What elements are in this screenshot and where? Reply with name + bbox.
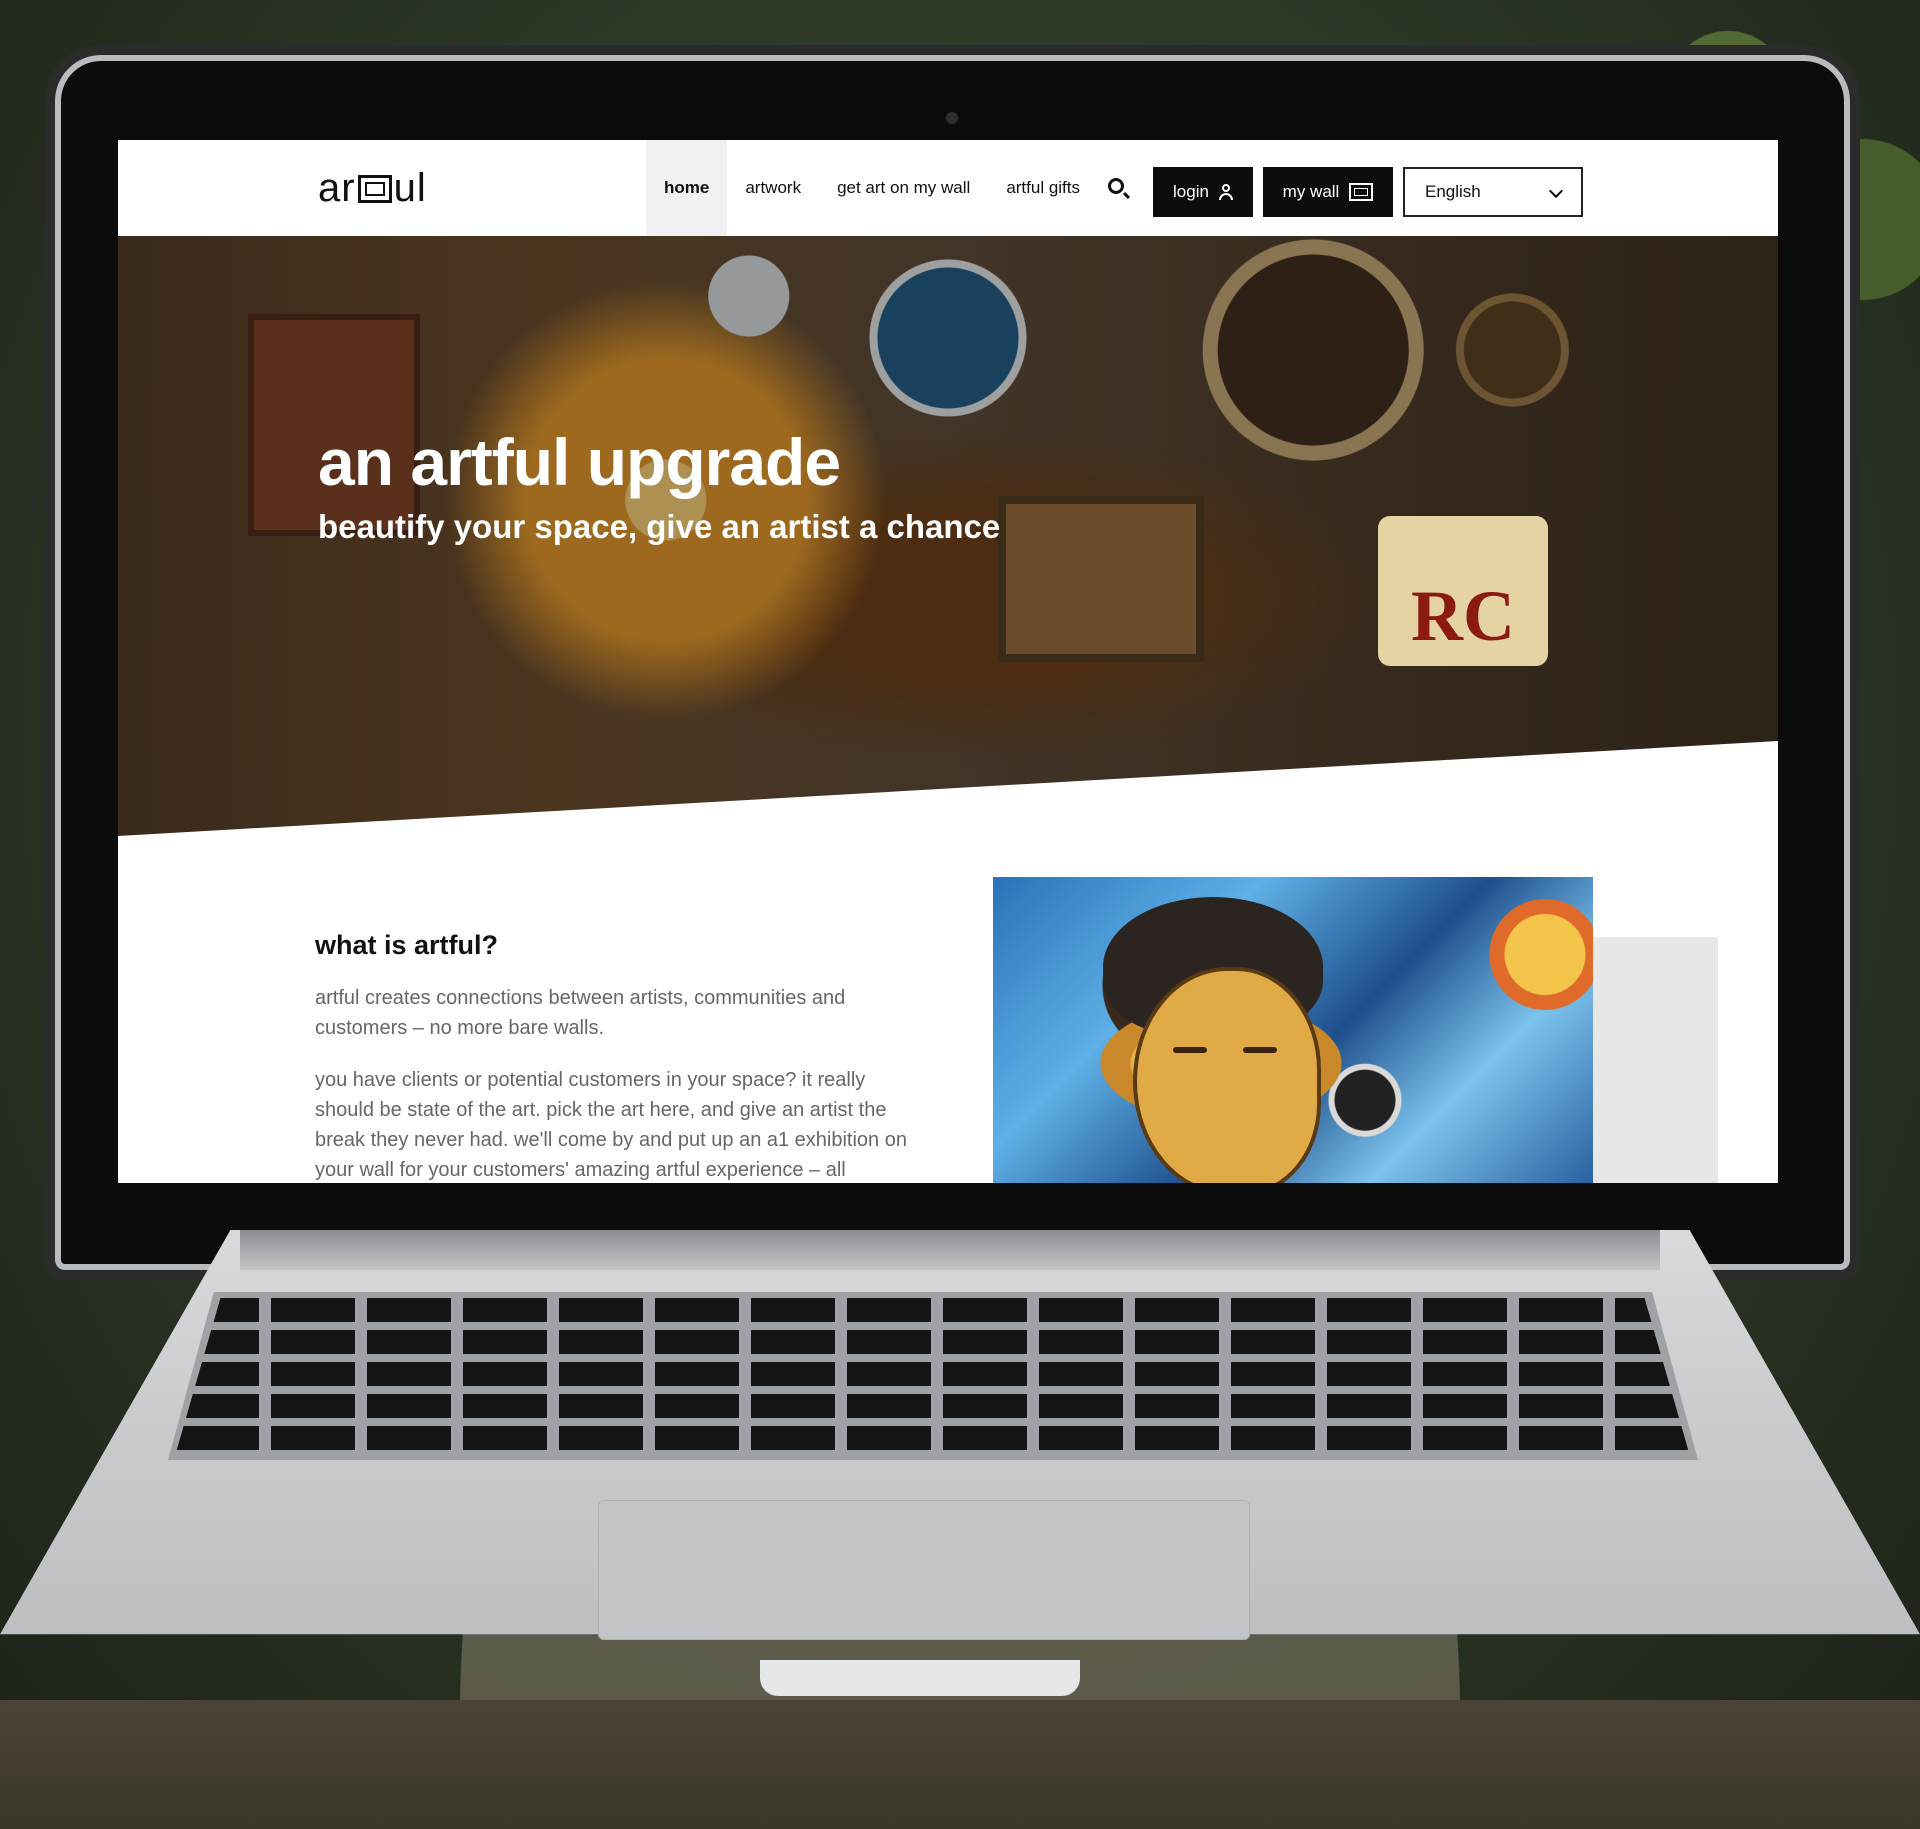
chevron-down-icon — [1548, 183, 1564, 199]
login-button[interactable]: login — [1153, 167, 1253, 217]
keyboard-keys — [175, 1298, 1690, 1456]
webcam — [946, 112, 958, 124]
language-value: English — [1425, 182, 1481, 201]
trackpad — [598, 1500, 1250, 1640]
hero-subtitle: beautify your space, give an artist a ch… — [318, 508, 1001, 545]
about-body: you have clients or potential customers … — [315, 1069, 907, 1181]
my-wall-label: my wall — [1282, 182, 1340, 201]
hero-frame — [998, 496, 1204, 662]
site-logo[interactable]: ar ul — [318, 166, 427, 211]
login-label: login — [1173, 182, 1209, 201]
laptop-hinge — [240, 1230, 1660, 1270]
language-select[interactable]: English — [1403, 167, 1583, 217]
nav-item-artwork[interactable]: artwork — [727, 140, 819, 236]
hero-banner: RC an artful upgrade beautify your space… — [118, 236, 1778, 836]
mural-image — [993, 877, 1593, 1183]
user-icon — [1218, 184, 1233, 200]
frame-icon — [1349, 183, 1374, 201]
about-intro: artful creates connections between artis… — [315, 987, 846, 1039]
nav-item-artful-gifts[interactable]: artful gifts — [988, 140, 1098, 236]
mural-eye-right — [1243, 1047, 1277, 1053]
search-icon[interactable] — [1108, 178, 1124, 194]
laptop-notch — [760, 1660, 1080, 1696]
my-wall-button[interactable]: my wall — [1263, 167, 1393, 217]
nav-item-home[interactable]: home — [646, 140, 728, 236]
mural-eye-left — [1173, 1047, 1207, 1053]
hero-sign: RC — [1378, 516, 1548, 666]
logo-frame-icon — [357, 175, 392, 203]
hero-title: an artful upgrade — [318, 425, 841, 499]
about-heading: what is artful? — [315, 930, 499, 960]
nav-item-get-art-on-my-wall[interactable]: get art on my wall — [819, 140, 988, 236]
laptop-screen: ar ul home artwork get art on my wall art… — [118, 140, 1778, 1183]
main-nav: home artwork get art on my wall artful g… — [646, 140, 1098, 236]
mural-face — [1133, 967, 1321, 1183]
ground — [0, 1700, 1920, 1829]
site-header: ar ul home artwork get art on my wall art… — [118, 140, 1778, 237]
